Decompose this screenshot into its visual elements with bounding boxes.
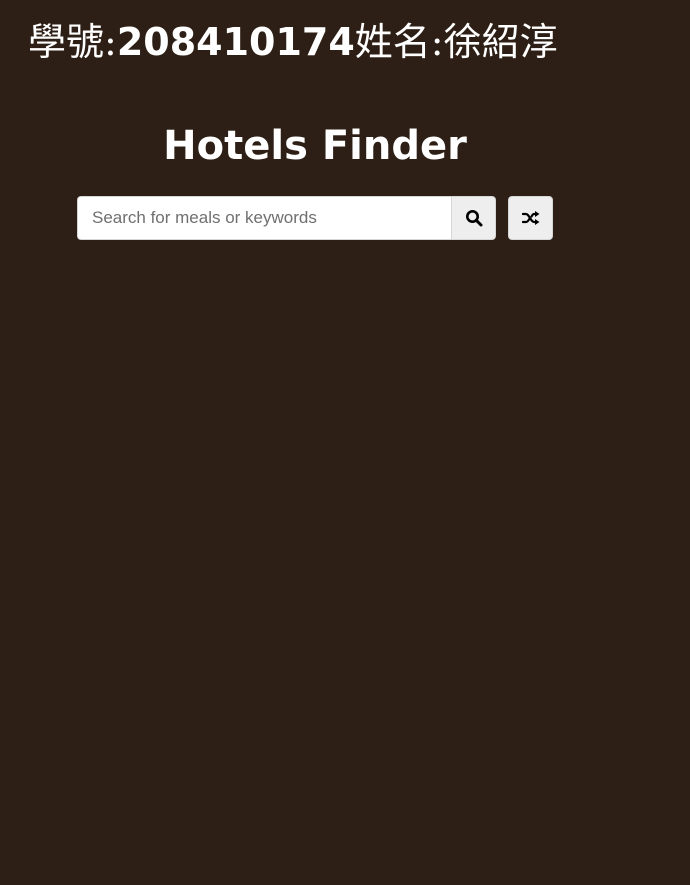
random-meal-button[interactable] <box>508 196 553 240</box>
student-info-header: 學號:208410174姓名:徐紹淳 <box>28 14 558 70</box>
search-icon <box>464 208 484 228</box>
student-id-number: 208410174 <box>116 20 355 64</box>
student-id-label: 學號: <box>28 20 117 64</box>
page-title: Hotels Finder <box>163 123 467 169</box>
search-input[interactable] <box>77 196 451 240</box>
student-name-label: 姓名: <box>354 20 444 64</box>
search-form <box>77 196 553 240</box>
search-button[interactable] <box>451 196 496 240</box>
shuffle-icon <box>521 208 541 228</box>
student-name-value: 徐紹淳 <box>443 20 558 64</box>
